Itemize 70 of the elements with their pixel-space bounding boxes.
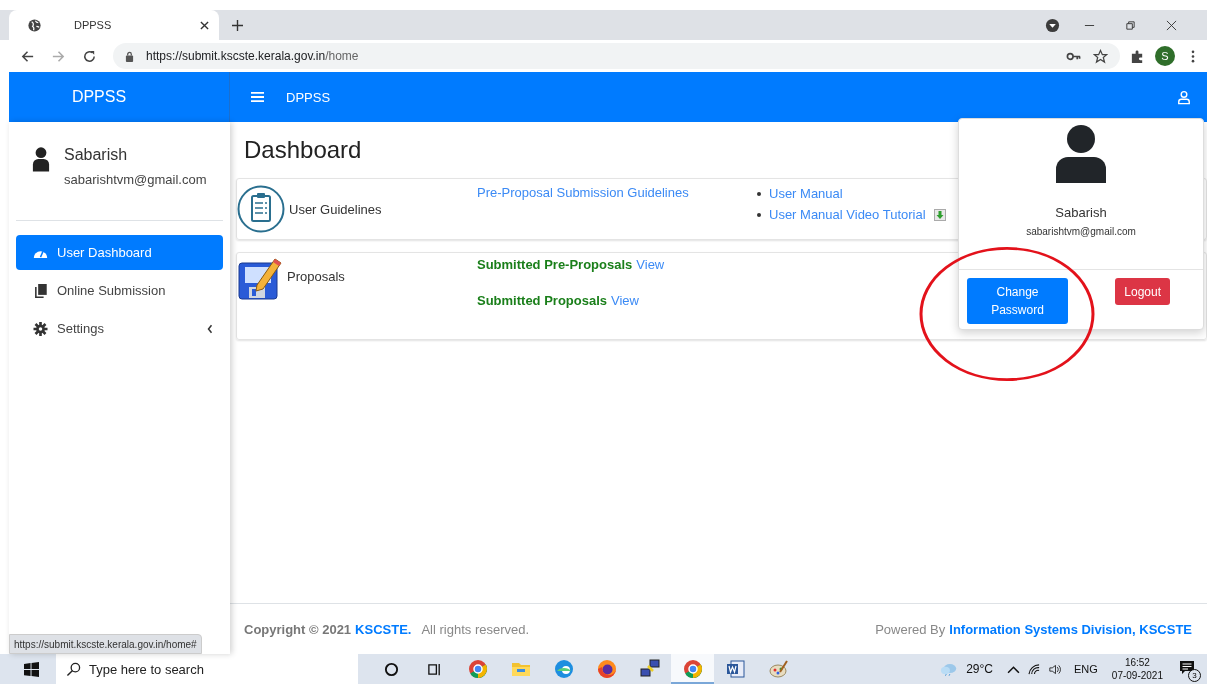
search-icon [66,662,81,677]
user-icon [1056,125,1106,183]
edge-icon [553,659,574,679]
brand-text[interactable]: DPPSS [71,88,127,106]
user-email: sabarishtvm@gmail.com [1026,226,1136,237]
cortana-icon[interactable] [384,661,399,677]
proposal-label: Submitted Proposals [477,293,608,308]
reload-icon[interactable] [82,48,97,64]
gear-icon [33,321,48,336]
firefox-icon [596,659,617,679]
wifi-icon[interactable] [1028,663,1041,675]
tab-title: DPPSS [74,19,113,31]
dropdown-circle-icon[interactable] [1045,17,1060,33]
user-name[interactable]: Sabarish [64,146,207,164]
new-tab-icon[interactable] [232,19,243,31]
guidelines-link[interactable]: Pre-Proposal Submission Guidelines [477,185,689,200]
division-link[interactable]: Information Systems Division, KSCSTE [949,621,1192,637]
taskbar-search-field[interactable]: Type here to search [56,654,358,684]
sidebar-item[interactable]: User Dashboard [16,235,223,270]
menu-icon[interactable] [1191,49,1195,63]
sidebar-item[interactable]: Settings [16,311,223,346]
lock-icon [125,50,134,62]
taskbar-app[interactable] [671,654,714,684]
puzzle-icon[interactable] [1130,48,1145,64]
globe-icon [27,17,42,33]
chrome-icon [467,659,488,679]
sidebar-item[interactable]: Online Submission [16,273,223,308]
rights-text: All rights reserved. [421,621,530,637]
browser-tab[interactable]: DPPSS [9,10,219,40]
restore-icon[interactable] [1125,19,1136,31]
user-email: sabarishtvm@gmail.com [64,172,207,187]
user-icon [32,146,50,172]
close-icon[interactable] [200,20,209,30]
view-link[interactable]: View [636,257,665,272]
clock[interactable]: 16:52 07-09-2021 [1111,656,1163,682]
temperature-text[interactable]: 29°C [966,662,993,676]
user-icon[interactable] [1177,89,1191,105]
copyright-text: Copyright © 2021 [244,621,352,637]
language-indicator[interactable]: ENG [1074,663,1098,675]
documents-icon [33,283,48,298]
volume-icon[interactable] [1049,663,1062,675]
document-icon [725,659,746,679]
navbar-title[interactable]: DPPSS [286,89,331,105]
star-icon[interactable] [1093,48,1108,64]
status-url: https://submit.kscste.kerala.gov.in/home# [9,634,202,654]
profile-avatar[interactable]: S [1155,46,1175,66]
proposal-label: Submitted Pre-Proposals [477,257,633,272]
logout-button[interactable]: Logout [1115,278,1170,305]
clipboard-icon [237,185,285,233]
task-view-icon[interactable] [427,661,442,677]
chevron-up-icon[interactable] [1007,663,1020,675]
close-window-icon[interactable] [1166,19,1177,31]
card-title: User Guidelines [289,201,382,217]
view-link[interactable]: View [611,293,639,308]
org-link[interactable]: KSCSTE. [355,621,412,637]
chevron-left-icon [207,323,213,334]
card-title: Proposals [287,269,345,284]
manual-link[interactable]: User Manual Video Tutorial [769,207,926,222]
windows-icon[interactable] [24,661,39,677]
address-bar[interactable]: https://submit.kscste.kerala.gov.in/home [113,43,1120,69]
user-name: Sabarish [1055,205,1107,220]
paint-palette-icon [768,659,789,679]
weather-cloud-icon [940,661,959,677]
change-password-button[interactable]: Change Password [967,278,1068,324]
page-title: Dashboard [244,136,363,164]
chrome-icon [682,659,703,679]
download-icon[interactable] [933,208,946,221]
manual-link[interactable]: User Manual [769,186,843,201]
powered-by-text: Powered By [875,621,946,637]
network-computers-icon [639,659,660,679]
